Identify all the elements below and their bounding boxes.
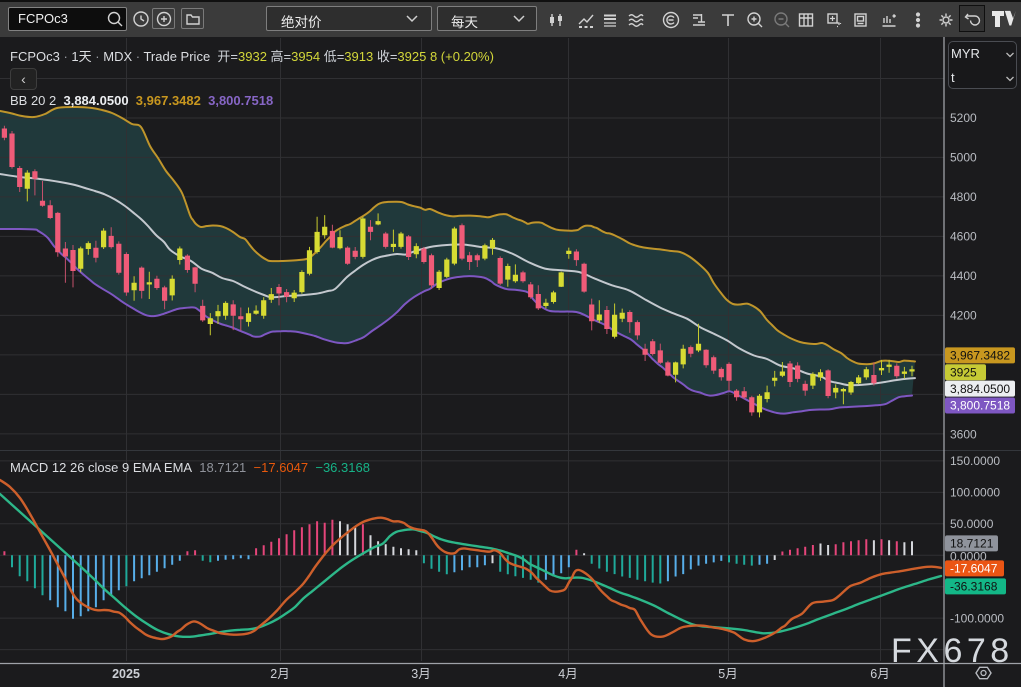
svg-text:2025: 2025 [112,667,140,681]
svg-text:5200: 5200 [950,111,977,125]
svg-text:3,967.3482: 3,967.3482 [950,349,1010,363]
svg-text:-36.3168: -36.3168 [950,580,998,594]
svg-text:18.7121: 18.7121 [950,537,994,551]
svg-text:150.0000: 150.0000 [950,454,1000,468]
svg-text:-17.6047: -17.6047 [950,562,998,576]
svg-text:4400: 4400 [950,269,977,283]
svg-text:3,884.0500: 3,884.0500 [950,382,1010,396]
svg-text:3月: 3月 [411,667,430,681]
svg-text:FX678: FX678 [891,632,1014,670]
svg-text:3600: 3600 [950,428,977,442]
svg-text:4200: 4200 [950,309,977,323]
svg-text:5000: 5000 [950,151,977,165]
svg-text:4800: 4800 [950,190,977,204]
svg-text:6月: 6月 [870,667,889,681]
svg-text:100.0000: 100.0000 [950,486,1000,500]
svg-text:4600: 4600 [950,230,977,244]
svg-text:5月: 5月 [718,667,737,681]
svg-text:2月: 2月 [270,667,289,681]
svg-text:50.0000: 50.0000 [950,517,994,531]
svg-text:-100.0000: -100.0000 [950,611,1004,625]
svg-text:3,800.7518: 3,800.7518 [950,399,1010,413]
svg-text:4月: 4月 [558,667,577,681]
svg-text:3925: 3925 [950,366,977,380]
